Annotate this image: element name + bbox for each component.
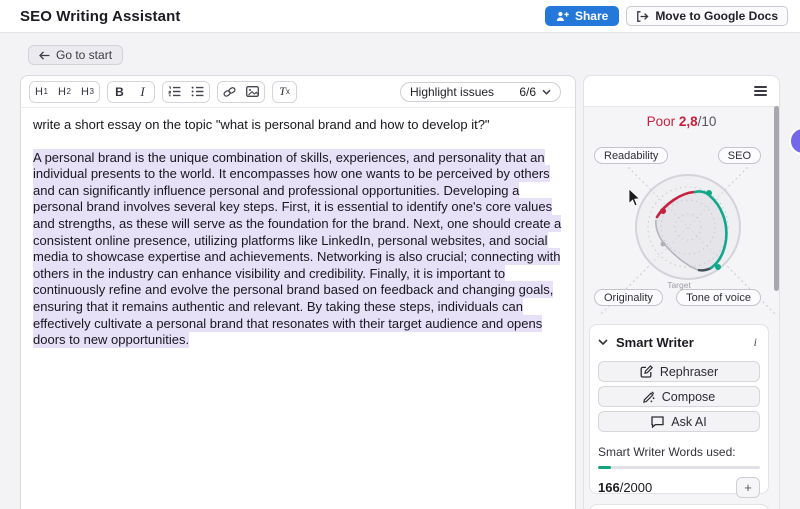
editor-card: H1 H2 H3 B I bbox=[20, 75, 576, 509]
page-title: SEO Writing Assistant bbox=[20, 8, 180, 25]
compose-label: Compose bbox=[662, 390, 716, 404]
score-value: 2,8 bbox=[679, 114, 698, 129]
italic-button[interactable]: I bbox=[131, 82, 154, 102]
h2-button[interactable]: H2 bbox=[53, 82, 76, 102]
clear-format-group: Tx bbox=[272, 81, 297, 103]
words-used-progress-fill bbox=[598, 466, 611, 469]
readability-pill[interactable]: Readability bbox=[594, 147, 668, 164]
overall-score: Poor 2,8/10 bbox=[584, 114, 779, 129]
insert-group bbox=[217, 81, 265, 103]
seo-pill[interactable]: SEO bbox=[718, 147, 761, 164]
ask-ai-label: Ask AI bbox=[671, 415, 706, 429]
score-grade: Poor bbox=[647, 114, 676, 129]
words-used-footer: 166/2000 + bbox=[598, 477, 760, 498]
image-button[interactable] bbox=[241, 82, 264, 102]
smart-writer-card: Smart Writer i Rephraser Compose Ask AI … bbox=[589, 324, 769, 494]
move-to-google-docs-button[interactable]: Move to Google Docs bbox=[626, 6, 788, 26]
heading-group: H1 H2 H3 bbox=[29, 81, 100, 103]
words-used-progressbar bbox=[598, 466, 760, 469]
ordered-list-button[interactable] bbox=[163, 82, 186, 102]
link-icon bbox=[223, 86, 236, 98]
edit-square-icon bbox=[640, 365, 653, 378]
info-icon[interactable]: i bbox=[751, 335, 760, 350]
floating-assistant-button[interactable] bbox=[789, 127, 800, 155]
share-label: Share bbox=[575, 9, 608, 23]
go-to-start-label: Go to start bbox=[56, 48, 112, 62]
highlight-issues-label: Highlight issues bbox=[410, 85, 494, 99]
app-header: SEO Writing Assistant Share Move to Goog… bbox=[0, 0, 800, 33]
analysis-sidebar: Poor 2,8/10 Readability SEO Originality … bbox=[583, 75, 780, 509]
highlight-issues-count: 6/6 bbox=[519, 85, 536, 99]
score-max: /10 bbox=[698, 114, 717, 129]
bullet-list-button[interactable] bbox=[186, 82, 209, 102]
smart-writer-header[interactable]: Smart Writer i bbox=[598, 333, 760, 351]
header-actions: Share Move to Google Docs bbox=[545, 6, 788, 26]
editor-toolbar: H1 H2 H3 B I bbox=[21, 76, 575, 108]
bullet-list-icon bbox=[191, 86, 204, 97]
h3-button[interactable]: H3 bbox=[76, 82, 99, 102]
h1-button[interactable]: H1 bbox=[30, 82, 53, 102]
move-docs-label: Move to Google Docs bbox=[655, 9, 778, 23]
clear-formatting-button[interactable]: Tx bbox=[273, 82, 296, 102]
words-used-label: Smart Writer Words used: bbox=[598, 445, 760, 459]
rephraser-label: Rephraser bbox=[660, 365, 718, 379]
originality-pill[interactable]: Originality bbox=[594, 289, 663, 306]
go-to-start-button[interactable]: Go to start bbox=[28, 45, 123, 65]
link-button[interactable] bbox=[218, 82, 241, 102]
essay-paragraph: A personal brand is the unique combinati… bbox=[33, 150, 563, 349]
seo-point bbox=[706, 190, 712, 196]
chat-bubble-icon bbox=[651, 416, 664, 428]
share-button[interactable]: Share bbox=[545, 6, 619, 26]
sidebar-header bbox=[584, 76, 779, 107]
list-group bbox=[162, 81, 210, 103]
arrow-left-icon bbox=[39, 51, 50, 60]
tone-point bbox=[715, 264, 721, 270]
ask-ai-button[interactable]: Ask AI bbox=[598, 411, 760, 432]
originality-point bbox=[661, 242, 666, 247]
person-plus-icon bbox=[556, 11, 569, 22]
rephraser-button[interactable]: Rephraser bbox=[598, 361, 760, 382]
next-section-card bbox=[589, 504, 769, 509]
ordered-list-icon bbox=[168, 86, 181, 97]
export-docs-icon bbox=[636, 11, 649, 22]
chevron-down-icon bbox=[598, 339, 608, 345]
format-group: B I bbox=[107, 81, 155, 103]
document-text-area[interactable]: write a short essay on the topic "what i… bbox=[21, 108, 575, 358]
prompt-text: write a short essay on the topic "what i… bbox=[33, 117, 563, 134]
hamburger-menu-icon[interactable] bbox=[754, 86, 767, 96]
chevron-down-icon bbox=[542, 89, 551, 95]
highlighted-essay-text: A personal brand is the unique combinati… bbox=[33, 149, 561, 349]
readability-point bbox=[660, 208, 666, 214]
bold-button[interactable]: B bbox=[108, 82, 131, 102]
add-words-button[interactable]: + bbox=[736, 477, 760, 498]
highlight-issues-dropdown[interactable]: Highlight issues 6/6 bbox=[400, 82, 561, 102]
pencil-sparkle-icon bbox=[643, 391, 655, 403]
tone-of-voice-pill[interactable]: Tone of voice bbox=[676, 289, 761, 306]
image-icon bbox=[246, 86, 259, 97]
smart-writer-title: Smart Writer bbox=[616, 335, 694, 350]
compose-button[interactable]: Compose bbox=[598, 386, 760, 407]
mouse-cursor bbox=[629, 189, 640, 206]
words-used-count: 166/2000 bbox=[598, 480, 652, 495]
